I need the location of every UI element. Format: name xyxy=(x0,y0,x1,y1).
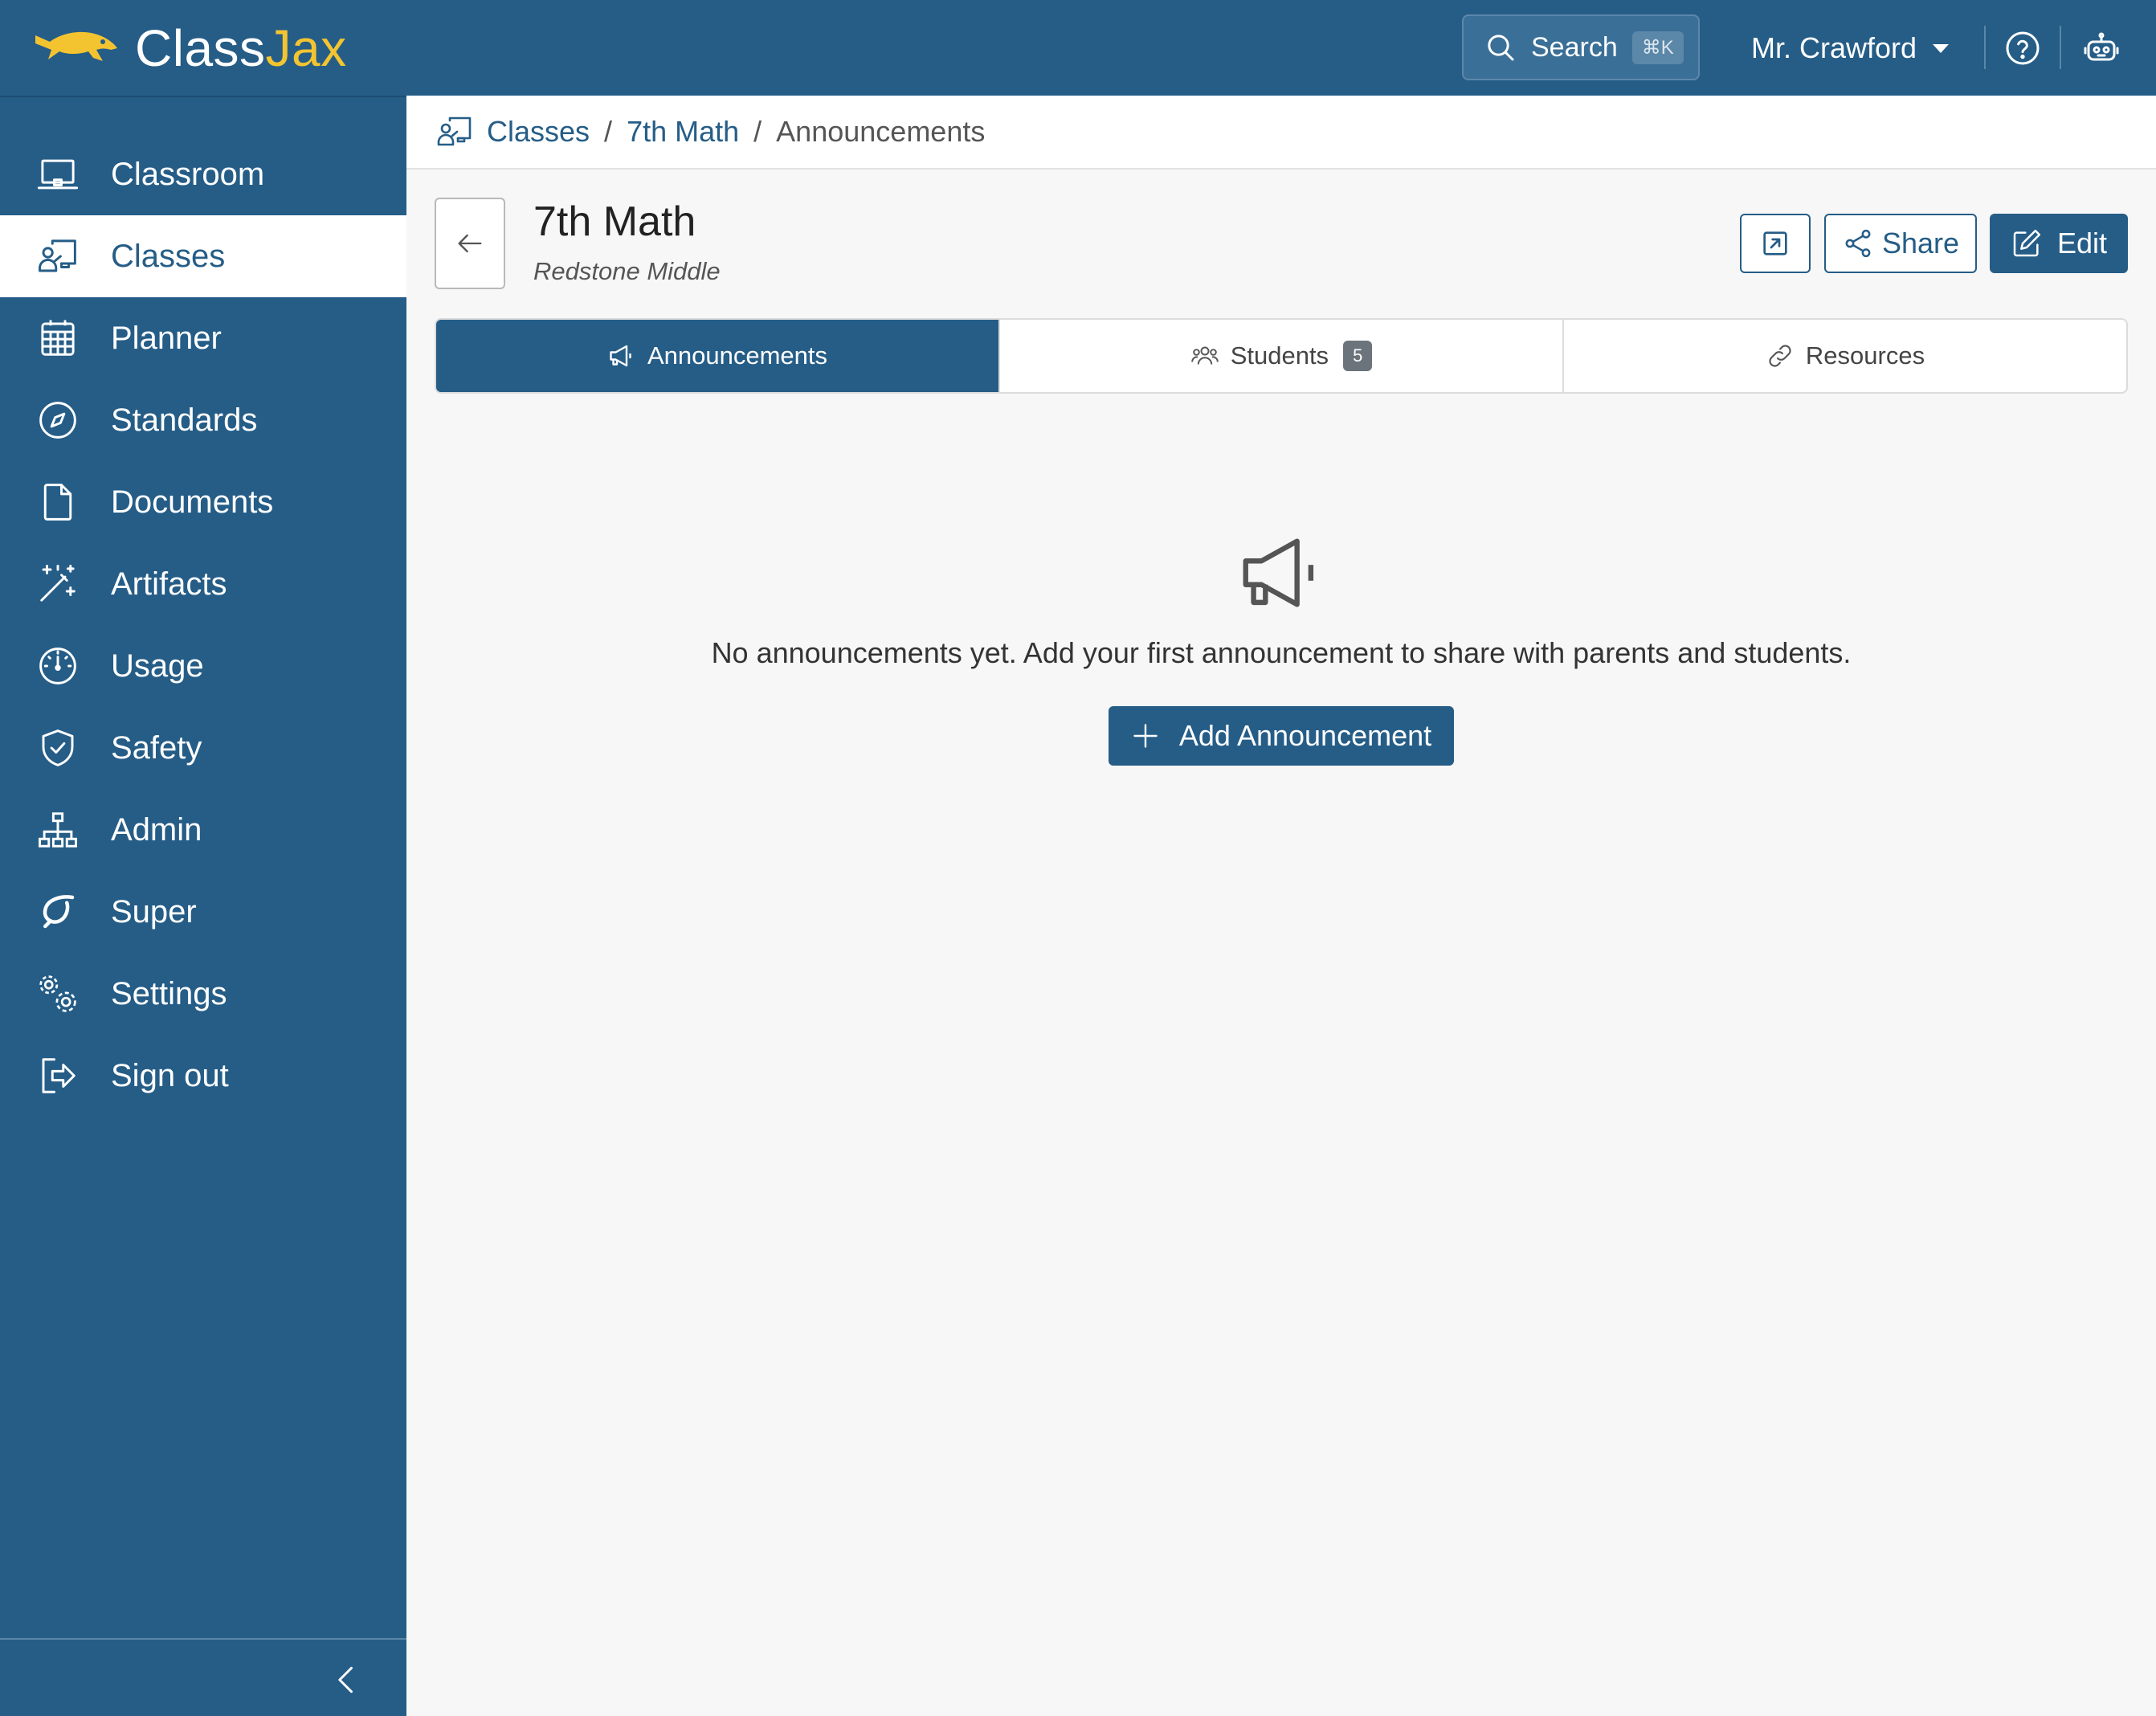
sidebar-item-label: Standards xyxy=(111,402,258,438)
document-icon xyxy=(35,480,80,525)
sidebar-item-label: Artifacts xyxy=(111,566,227,602)
page-subtitle: Redstone Middle xyxy=(533,257,721,285)
compass-icon xyxy=(35,398,80,443)
sidebar-item-label: Admin xyxy=(111,811,202,848)
sidebar-item-sign-out[interactable]: Sign out xyxy=(0,1035,406,1117)
sidebar-item-classroom[interactable]: Classroom xyxy=(0,133,406,215)
arrow-left-icon xyxy=(458,234,482,253)
tab-label: Announcements xyxy=(647,341,828,370)
sign-out-icon xyxy=(35,1053,80,1098)
sidebar-item-safety[interactable]: Safety xyxy=(0,707,406,789)
sidebar-item-label: Classes xyxy=(111,238,226,274)
tab-label: Students xyxy=(1230,341,1329,370)
breadcrumb-link-class[interactable]: 7th Math xyxy=(627,115,739,149)
clock-icon xyxy=(35,644,80,688)
share-icon xyxy=(1845,229,1871,258)
divider xyxy=(1984,26,1986,69)
chevron-down-icon xyxy=(1933,43,1950,53)
app-name-class: Class xyxy=(135,18,266,77)
magic-wand-icon xyxy=(35,562,80,607)
sidebar-item-admin[interactable]: Admin xyxy=(0,789,406,871)
search-label: Search xyxy=(1531,31,1618,63)
sidebar-item-planner[interactable]: Planner xyxy=(0,297,406,379)
sidebar-item-label: Safety xyxy=(111,729,202,766)
tab-announcements[interactable]: Announcements xyxy=(436,320,1000,392)
link-icon xyxy=(1769,345,1791,367)
breadcrumb-separator: / xyxy=(753,115,762,148)
app-name-jax: Jax xyxy=(265,18,347,77)
search-button[interactable]: Search ⌘K xyxy=(1462,14,1700,80)
people-icon xyxy=(1190,346,1219,365)
sidebar-item-settings[interactable]: Settings xyxy=(0,953,406,1035)
sidebar-item-standards[interactable]: Standards xyxy=(0,379,406,461)
sidebar-item-label: Planner xyxy=(111,320,222,356)
add-announcement-label: Add Announcement xyxy=(1178,719,1432,752)
add-announcement-button[interactable]: Add Announcement xyxy=(1109,706,1454,766)
search-icon xyxy=(1488,35,1514,61)
breadcrumb: Classes / 7th Math / Announcements xyxy=(406,96,2156,170)
edit-button[interactable]: Edit xyxy=(1990,214,2128,273)
app-name: ClassJax xyxy=(135,18,347,78)
student-count-badge: 5 xyxy=(1343,341,1373,371)
sidebar-item-artifacts[interactable]: Artifacts xyxy=(0,543,406,625)
sidebar-item-label: Settings xyxy=(111,975,227,1011)
teacher-board-icon xyxy=(35,234,80,279)
breadcrumb-separator: / xyxy=(604,115,613,148)
sidebar-item-super[interactable]: Super xyxy=(0,871,406,953)
app-logo[interactable]: ClassJax xyxy=(32,18,347,78)
back-button[interactable] xyxy=(435,198,505,289)
share-label: Share xyxy=(1881,227,1960,259)
teacher-board-icon xyxy=(437,116,472,146)
box-arrow-up-right-icon xyxy=(1763,231,1787,255)
tab-students[interactable]: Students 5 xyxy=(1000,320,1564,392)
jaguar-logo-icon xyxy=(35,31,117,61)
org-chart-icon xyxy=(35,807,80,852)
top-navbar: ClassJax Search ⌘K Mr. Crawford xyxy=(0,0,2156,96)
page-title: 7th Math xyxy=(533,198,696,245)
calendar-grid-icon xyxy=(35,316,80,361)
help-icon[interactable] xyxy=(2003,29,2042,67)
open-external-button[interactable] xyxy=(1740,214,1811,273)
tab-resources[interactable]: Resources xyxy=(1564,320,2126,392)
edit-icon xyxy=(2013,229,2041,257)
sidebar-item-label: Documents xyxy=(111,484,274,520)
sidebar-item-documents[interactable]: Documents xyxy=(0,461,406,543)
swoosh-icon xyxy=(35,889,80,934)
sidebar-footer xyxy=(0,1638,406,1716)
plus-icon xyxy=(1133,724,1158,748)
sidebar-item-label: Sign out xyxy=(111,1057,229,1093)
sidebar-item-label: Classroom xyxy=(111,156,265,192)
chevron-left-icon[interactable] xyxy=(329,1662,365,1698)
breadcrumb-current: Announcements xyxy=(776,115,986,148)
megaphone-icon xyxy=(1243,538,1314,607)
robot-icon[interactable] xyxy=(2082,29,2121,67)
laptop-icon xyxy=(35,152,80,197)
edit-label: Edit xyxy=(2056,227,2108,259)
share-button[interactable]: Share xyxy=(1824,214,1977,273)
sidebar-item-label: Usage xyxy=(111,648,204,684)
search-shortcut: ⌘K xyxy=(1631,31,1684,64)
shield-check-icon xyxy=(35,725,80,770)
user-menu-dropdown[interactable]: Mr. Crawford xyxy=(1751,24,1950,72)
sidebar: Classroom Classes Planner Standards Docu… xyxy=(0,96,406,1716)
sidebar-item-usage[interactable]: Usage xyxy=(0,625,406,707)
user-name: Mr. Crawford xyxy=(1751,31,1917,64)
sidebar-item-label: Super xyxy=(111,893,197,930)
empty-state-message: No announcements yet. Add your first ann… xyxy=(711,636,1852,669)
megaphone-icon xyxy=(610,345,631,367)
breadcrumb-link-classes[interactable]: Classes xyxy=(487,115,590,149)
divider xyxy=(2060,26,2061,69)
class-tabs: Announcements Students 5 Resources xyxy=(435,318,2128,394)
gears-icon xyxy=(35,971,80,1016)
sidebar-item-classes[interactable]: Classes xyxy=(0,215,406,297)
tab-label: Resources xyxy=(1805,341,1925,370)
